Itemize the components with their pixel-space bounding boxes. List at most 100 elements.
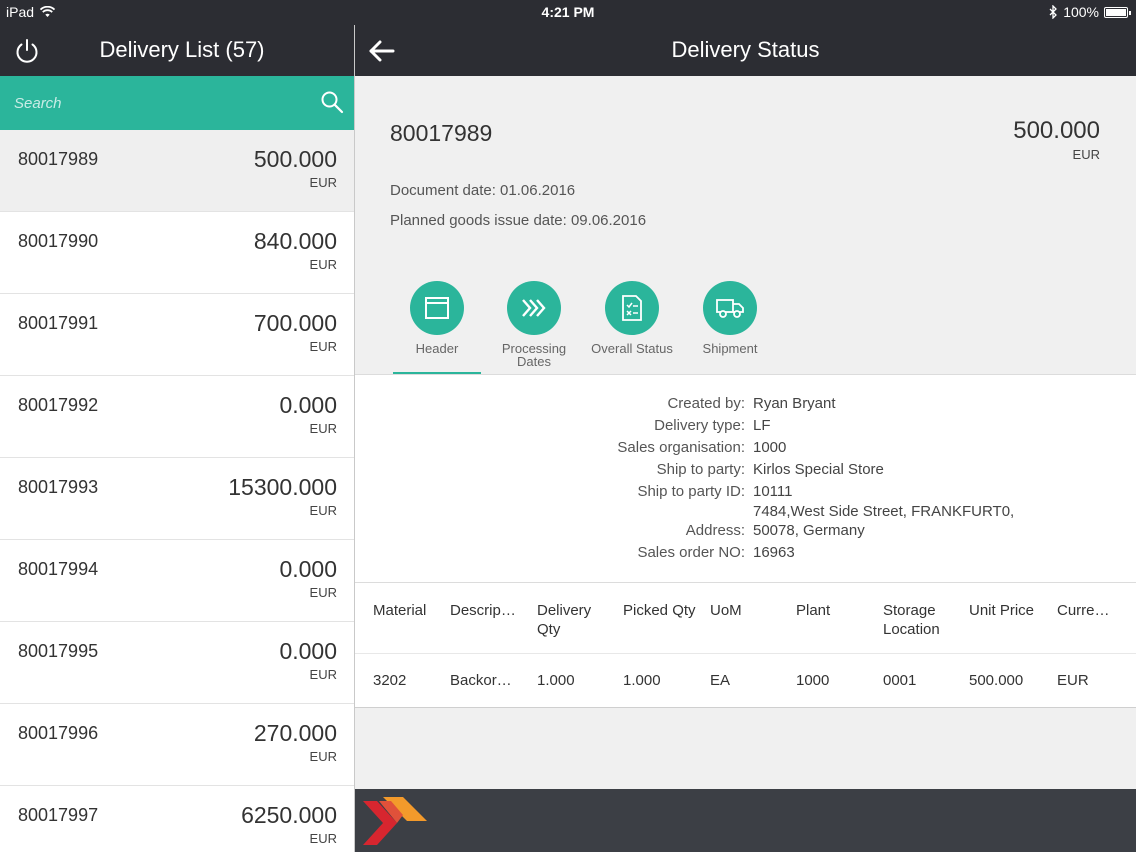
delivery-number: 80017997 <box>18 805 99 825</box>
window-icon <box>425 297 449 319</box>
company-logo <box>363 797 427 845</box>
delivery-number: 80017989 <box>18 149 99 169</box>
column-header[interactable]: Storage Location <box>883 601 963 639</box>
table-cell: 500.000 <box>969 672 1024 689</box>
table-cell: 1.000 <box>537 672 575 689</box>
document-number: 80017989 <box>390 120 493 146</box>
delivery-number: 80017994 <box>18 559 99 579</box>
search-input[interactable] <box>14 90 304 116</box>
tab-label: Shipment <box>702 341 758 356</box>
detail-value: 16963 <box>753 544 795 561</box>
search-icon[interactable] <box>320 90 344 114</box>
delivery-currency: EUR <box>309 503 337 518</box>
document-date: Document date: 01.06.2016 <box>390 182 576 199</box>
delivery-amount: 840.000 <box>253 228 337 254</box>
detail-value: 1000 <box>753 439 787 456</box>
detail-label: Delivery type: <box>654 417 745 434</box>
tab-shipment[interactable]: Shipment <box>685 281 775 355</box>
truck-icon <box>716 299 744 318</box>
list-item[interactable]: 80017996 270.000 EUR <box>0 704 354 786</box>
table-cell: 3202 <box>373 672 407 689</box>
document-checklist-icon <box>622 295 642 321</box>
list-item[interactable]: 80017994 0.000 EUR <box>0 540 354 622</box>
detail-label: Address: <box>685 522 745 539</box>
column-header[interactable]: Curre… <box>1057 601 1136 620</box>
list-title: Delivery List (57) <box>99 37 265 62</box>
column-header[interactable]: Material <box>373 601 453 620</box>
tab-header[interactable]: Header <box>392 281 482 355</box>
delivery-list-pane: Delivery List (57) 80017989500.000EUR800… <box>0 25 354 852</box>
delivery-amount: 0.000 <box>279 638 337 664</box>
detail-header: Delivery Status <box>355 25 1136 76</box>
table-cell: 0001 <box>883 672 917 689</box>
status-bar: iPad 4:21 PM 100% <box>0 0 1136 25</box>
delivery-currency: EUR <box>309 585 337 600</box>
table-cell: EA <box>710 672 731 689</box>
delivery-number: 80017992 <box>18 395 99 415</box>
delivery-currency: EUR <box>309 175 337 190</box>
list-item[interactable]: 80017991 700.000 EUR <box>0 294 354 376</box>
detail-value: 50078, Germany <box>753 522 865 539</box>
table-cell: 1000 <box>796 672 830 689</box>
detail-value: 7484,West Side Street, FRANKFURT0, <box>753 503 1015 520</box>
tab-label: Processing Dates <box>501 341 567 369</box>
delivery-amount: 0.000 <box>279 556 337 582</box>
search-bar <box>0 76 354 130</box>
column-header[interactable]: Picked Qty <box>623 601 703 620</box>
tab-shipment-circle <box>703 281 757 335</box>
clock: 4:21 PM <box>541 4 595 20</box>
document-currency: EUR <box>1072 147 1100 162</box>
status-right: 100% <box>1049 4 1131 20</box>
column-header[interactable]: UoM <box>710 601 790 620</box>
detail-value: LF <box>753 417 771 434</box>
battery-percent: 100% <box>1063 4 1099 20</box>
delivery-amount: 6250.000 <box>241 802 337 828</box>
tab-label: Overall Status <box>591 341 673 356</box>
list-item[interactable]: 80017989 500.000 EUR <box>0 130 354 212</box>
column-header[interactable]: Plant <box>796 601 876 620</box>
column-header[interactable]: Delivery Qty <box>537 601 617 639</box>
detail-label: Sales order NO: <box>637 544 745 561</box>
table-cell: EUR <box>1057 672 1089 689</box>
detail-label: Sales organisation: <box>617 439 745 456</box>
list-item[interactable]: 80017993 15300.000 EUR <box>0 458 354 540</box>
table-row[interactable]: 3202 Backor… 1.000 1.000 EA 1000 0001 50… <box>355 654 1136 707</box>
header-details: Created by: Ryan Bryant Delivery type: L… <box>355 374 1136 582</box>
delivery-list: 80017989 500.000 EUR 80017990 840.000 EUR 8001… <box>0 130 354 852</box>
tab-overall-status[interactable]: Overall Status <box>587 281 677 355</box>
list-item[interactable]: 80017995 0.000 EUR <box>0 622 354 704</box>
table-header: Material Descrip… Delivery Qty Picked Qt… <box>355 583 1136 654</box>
delivery-currency: EUR <box>309 421 337 436</box>
table-cell: 1.000 <box>623 672 661 689</box>
tab-label: Header <box>415 341 459 356</box>
planned-goods-issue-date: Planned goods issue date: 09.06.2016 <box>390 212 647 229</box>
tab-header-circle <box>410 281 464 335</box>
tab-processing-dates[interactable]: Processing Dates <box>489 281 579 368</box>
delivery-amount: 500.000 <box>253 146 337 172</box>
column-header[interactable]: Unit Price <box>969 601 1049 620</box>
delivery-amount: 270.000 <box>253 720 337 746</box>
column-header[interactable]: Descrip… <box>450 601 530 620</box>
footer-bar <box>355 789 1136 852</box>
detail-value: 10111 <box>753 483 793 500</box>
delivery-currency: EUR <box>309 257 337 272</box>
list-header: Delivery List (57) <box>0 25 354 76</box>
bluetooth-icon <box>1049 5 1058 19</box>
items-table: Material Descrip… Delivery Qty Picked Qt… <box>355 582 1136 708</box>
list-item[interactable]: 80017990 840.000 EUR <box>0 212 354 294</box>
battery-icon <box>1104 6 1131 18</box>
detail-tabs: Header Processing Dates Overall Status S… <box>393 281 1093 376</box>
list-item[interactable]: 80017992 0.000 EUR <box>0 376 354 458</box>
tab-overall-circle <box>605 281 659 335</box>
delivery-currency: EUR <box>309 749 337 764</box>
delivery-currency: EUR <box>309 831 337 846</box>
delivery-number: 80017991 <box>18 313 99 333</box>
detail-value: Kirlos Special Store <box>753 461 884 478</box>
detail-value: Ryan Bryant <box>753 395 836 412</box>
delivery-amount: 15300.000 <box>228 474 337 500</box>
document-amount: 500.000 <box>1013 117 1100 144</box>
detail-label: Created by: <box>667 395 745 412</box>
list-item[interactable]: 80017997 6250.000 EUR <box>0 786 354 852</box>
delivery-number: 80017995 <box>18 641 99 661</box>
detail-label: Ship to party ID: <box>637 483 745 500</box>
